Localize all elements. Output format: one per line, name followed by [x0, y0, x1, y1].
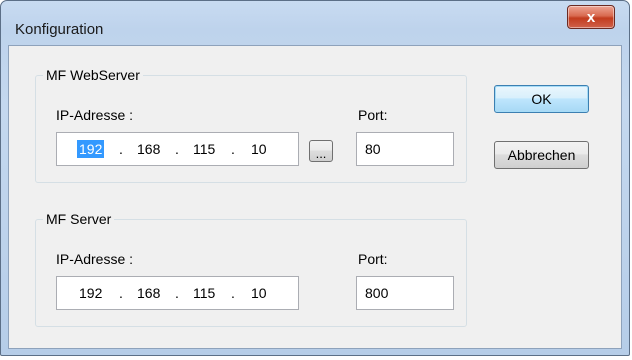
dialog-window: Konfiguration x MF WebServer IP-Adresse … [0, 0, 630, 356]
server-port-input[interactable]: 800 [356, 276, 454, 310]
dialog-title: Konfiguration [15, 21, 104, 38]
webserver-ip-octet-3[interactable]: 115 [193, 140, 215, 158]
title-bar[interactable]: Konfiguration x [1, 1, 629, 43]
server-ip-octet-4[interactable]: 10 [251, 284, 267, 302]
webserver-group: MF WebServer IP-Adresse : 192 . 168 . 11… [35, 67, 467, 183]
webserver-ip-label: IP-Adresse : [56, 107, 134, 123]
close-button[interactable]: x [567, 5, 615, 29]
browse-button[interactable]: ... [309, 140, 333, 162]
ok-button-label: OK [531, 91, 552, 107]
server-ip-octet-3[interactable]: 115 [193, 284, 215, 302]
server-group-label: MF Server [43, 211, 115, 227]
webserver-ip-dot-2: . [175, 141, 179, 157]
server-ip-dot-1: . [119, 285, 123, 301]
browse-button-label: ... [315, 146, 327, 161]
webserver-ip-octet-2[interactable]: 168 [137, 140, 160, 158]
webserver-port-input[interactable]: 80 [356, 132, 454, 166]
webserver-port-label: Port: [358, 107, 388, 123]
close-icon: x [586, 8, 596, 26]
server-ip-octet-2[interactable]: 168 [137, 284, 160, 302]
webserver-ip-input[interactable]: 192 . 168 . 115 . 10 [56, 132, 299, 166]
server-ip-label: IP-Adresse : [56, 251, 134, 267]
webserver-port-value: 80 [365, 141, 381, 157]
server-ip-octet-1[interactable]: 192 [79, 284, 102, 302]
server-ip-dot-2: . [175, 285, 179, 301]
cancel-button[interactable]: Abbrechen [494, 141, 589, 169]
dialog-client-area: MF WebServer IP-Adresse : 192 . 168 . 11… [8, 45, 622, 349]
server-group: MF Server IP-Adresse : 192 . 168 . 115 .… [35, 211, 467, 327]
webserver-ip-dot-1: . [119, 141, 123, 157]
webserver-ip-dot-3: . [231, 141, 235, 157]
webserver-ip-octet-1[interactable]: 192 [77, 140, 105, 158]
server-ip-input[interactable]: 192 . 168 . 115 . 10 [56, 276, 299, 310]
webserver-group-label: MF WebServer [43, 67, 143, 83]
webserver-ip-octet-4[interactable]: 10 [251, 140, 267, 158]
ok-button[interactable]: OK [494, 85, 589, 113]
cancel-button-label: Abbrechen [507, 147, 576, 163]
server-port-value: 800 [365, 285, 389, 301]
server-port-label: Port: [358, 251, 388, 267]
server-ip-dot-3: . [231, 285, 235, 301]
